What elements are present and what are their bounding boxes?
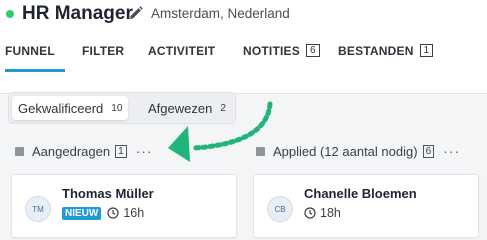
column-title: Applied (12 aantal nodig) xyxy=(273,143,418,159)
tab-label: BESTANDEN xyxy=(338,44,414,58)
pencil-icon[interactable] xyxy=(128,5,144,21)
candidate-age: 18h xyxy=(320,206,341,220)
tab-funnel[interactable]: FUNNEL xyxy=(5,42,65,72)
candidate-meta: 18h xyxy=(304,206,341,220)
tab-bar: FUNNEL FILTER ACTIVITEIT NOTITIES 6 BEST… xyxy=(0,42,487,72)
qualified-count: 10 xyxy=(111,102,123,114)
column-count: 1 xyxy=(115,144,127,158)
candidate-name: Thomas Müller xyxy=(62,186,154,201)
tab-count: 6 xyxy=(305,44,320,57)
column-title: Aangedragen xyxy=(32,143,111,159)
candidate-card[interactable]: CB Chanelle Bloemen 18h xyxy=(253,174,479,238)
clock-icon xyxy=(304,207,316,219)
job-location: Amsterdam, Nederland xyxy=(151,6,290,21)
job-title: HR Manager xyxy=(22,3,133,24)
more-icon[interactable]: ··· xyxy=(136,143,153,159)
candidate-age: 16h xyxy=(123,206,145,220)
qualified-toggle[interactable]: Gekwalificeerd 10 xyxy=(12,96,129,120)
candidate-card[interactable]: TM Thomas Müller NIEUW 16h xyxy=(11,174,237,238)
avatar: TM xyxy=(25,196,51,222)
avatar: CB xyxy=(267,196,293,222)
qualified-label: Gekwalificeerd xyxy=(18,100,104,116)
tab-filter[interactable]: FILTER xyxy=(82,42,124,72)
candidate-name: Chanelle Bloemen xyxy=(304,186,417,201)
tab-activiteit[interactable]: ACTIVITEIT xyxy=(148,42,215,72)
more-icon[interactable]: ··· xyxy=(443,143,460,159)
tab-label: ACTIVITEIT xyxy=(148,44,216,58)
column-header-applied: Applied (12 aantal nodig) 6 ··· xyxy=(256,142,460,160)
tab-notities[interactable]: NOTITIES 6 xyxy=(243,42,320,72)
tab-label: NOTITIES xyxy=(243,44,300,58)
tab-label: FUNNEL xyxy=(5,44,55,58)
header: HR Manager Amsterdam, Nederland FUNNEL F… xyxy=(0,0,487,94)
tab-bestanden[interactable]: BESTANDEN 1 xyxy=(338,42,434,72)
status-dot xyxy=(6,10,14,18)
stage-icon xyxy=(15,146,24,156)
column-header-aangedragen: Aangedragen 1 ··· xyxy=(15,142,153,160)
annotation-arrow-icon xyxy=(168,101,273,162)
new-badge: NIEUW xyxy=(62,206,102,220)
tab-count: 1 xyxy=(419,44,434,57)
tab-label: FILTER xyxy=(82,44,125,58)
candidate-meta: NIEUW 16h xyxy=(62,206,144,220)
column-count: 6 xyxy=(422,144,435,158)
clock-icon xyxy=(107,207,119,219)
